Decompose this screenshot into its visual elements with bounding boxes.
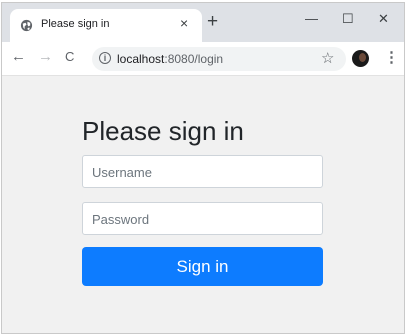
reload-icon[interactable]: C xyxy=(65,49,74,65)
minimize-icon[interactable]: — xyxy=(305,11,318,26)
page-title: Please sign in xyxy=(82,116,244,146)
tab-title: Please sign in xyxy=(41,18,110,30)
tab-bar: Please sign in × + — ☐ ✕ xyxy=(2,3,404,42)
maximize-icon[interactable]: ☐ xyxy=(342,11,354,27)
close-window-icon[interactable]: ✕ xyxy=(378,11,389,27)
new-tab-button[interactable]: + xyxy=(207,12,218,32)
username-field[interactable]: Username xyxy=(82,155,323,188)
password-field[interactable]: Password xyxy=(82,202,323,235)
menu-icon[interactable]: ⋮ xyxy=(384,48,399,66)
url-path: :8080/login xyxy=(164,52,224,66)
profile-avatar[interactable] xyxy=(352,50,369,67)
url-text[interactable]: localhost:8080/login xyxy=(117,52,223,66)
forward-icon[interactable]: → xyxy=(38,49,53,65)
bookmark-star-icon[interactable]: ☆ xyxy=(321,49,334,67)
sign-in-button[interactable]: Sign in xyxy=(82,247,323,286)
tab-login[interactable]: Please sign in × xyxy=(10,9,202,42)
browser-window: Please sign in × + — ☐ ✕ ← → C i localho… xyxy=(1,2,405,334)
address-bar[interactable]: i localhost:8080/login ☆ xyxy=(92,47,346,71)
browser-toolbar: ← → C i localhost:8080/login ☆ ⋮ xyxy=(2,42,404,76)
back-icon[interactable]: ← xyxy=(11,49,26,65)
globe-icon xyxy=(20,19,33,32)
info-icon[interactable]: i xyxy=(99,52,111,64)
url-host: localhost xyxy=(117,52,165,66)
tab-close-icon[interactable]: × xyxy=(180,15,188,31)
